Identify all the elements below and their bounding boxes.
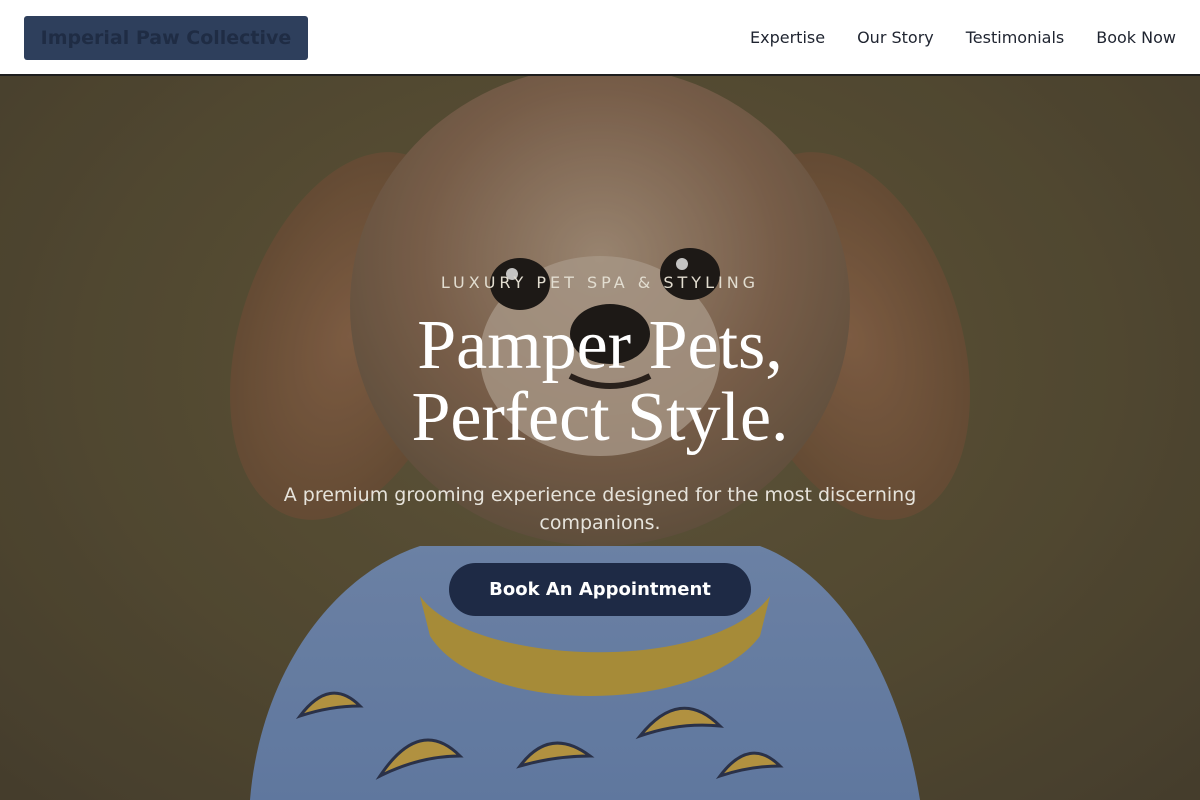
brand-logo-button[interactable]: Imperial Paw Collective bbox=[24, 16, 308, 60]
hero-section: LUXURY PET SPA & STYLING Pamper Pets, Pe… bbox=[0, 76, 1200, 800]
nav-link-expertise[interactable]: Expertise bbox=[750, 28, 825, 47]
hero-headline: Pamper Pets, Perfect Style. bbox=[0, 310, 1200, 454]
hero-eyebrow: LUXURY PET SPA & STYLING bbox=[440, 273, 760, 292]
book-appointment-button[interactable]: Book An Appointment bbox=[449, 563, 751, 616]
main-nav: Expertise Our Story Testimonials Book No… bbox=[750, 0, 1176, 74]
nav-link-testimonials[interactable]: Testimonials bbox=[966, 28, 1065, 47]
nav-link-book-now[interactable]: Book Now bbox=[1096, 28, 1176, 47]
hero-headline-line-1: Pamper Pets, bbox=[417, 307, 783, 384]
hero-content: LUXURY PET SPA & STYLING Pamper Pets, Pe… bbox=[0, 76, 1200, 800]
hero-headline-line-2: Perfect Style. bbox=[411, 379, 789, 456]
nav-link-our-story[interactable]: Our Story bbox=[857, 28, 934, 47]
site-header: Imperial Paw Collective Expertise Our St… bbox=[0, 0, 1200, 76]
hero-subtitle: A premium grooming experience designed f… bbox=[283, 484, 917, 534]
